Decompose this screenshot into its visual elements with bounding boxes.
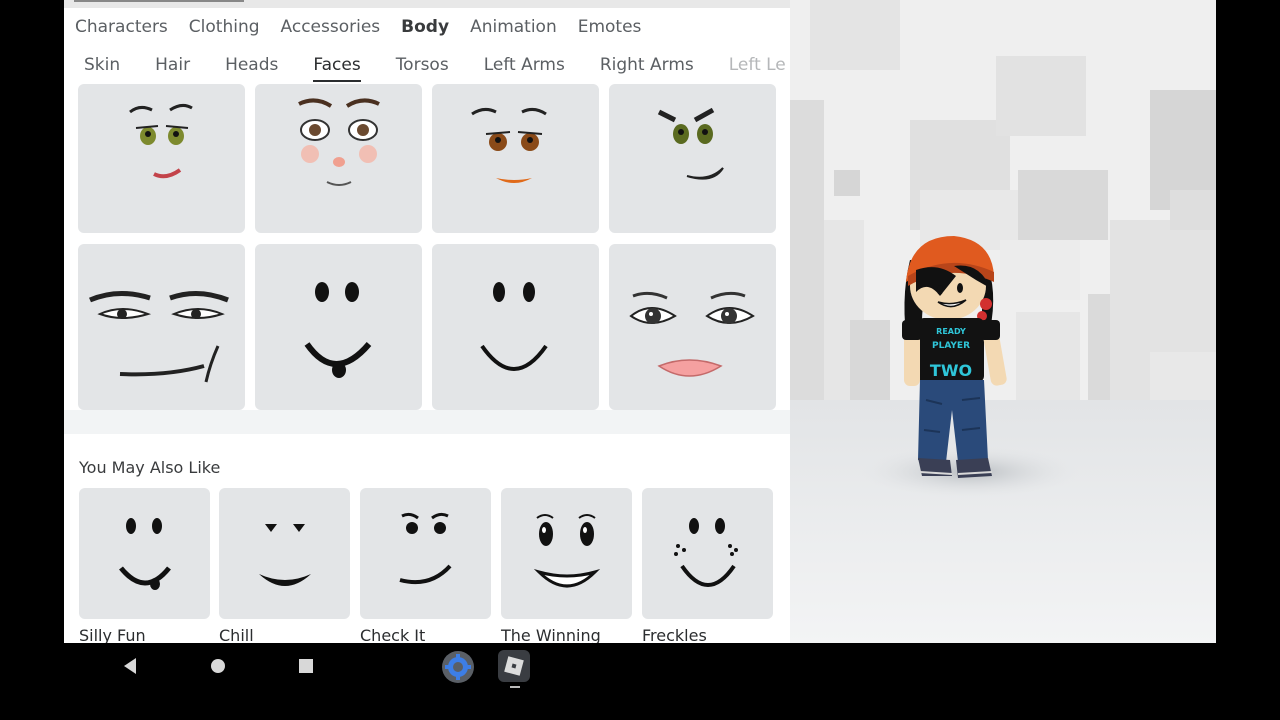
face-thumbnail <box>657 107 724 180</box>
rec-tile-freckles[interactable] <box>642 488 773 619</box>
rec-label-freckles[interactable]: Freckles <box>642 626 707 643</box>
avatar-editor-panel: Characters Clothing Accessories Body Ani… <box>64 0 790 643</box>
shirt-text-line-1: READY <box>936 327 966 336</box>
face-thumbnail <box>399 512 452 585</box>
face-tile[interactable] <box>78 244 245 410</box>
rec-label-check-it[interactable]: Check It <box>360 626 425 643</box>
system-navigation-bar <box>0 643 1280 720</box>
face-tile[interactable] <box>432 84 599 233</box>
subtab-heads[interactable]: Heads <box>225 46 278 84</box>
subtab-torsos[interactable]: Torsos <box>396 46 449 84</box>
rec-tile-silly-fun[interactable] <box>79 488 210 619</box>
face-thumbnail <box>304 282 372 378</box>
recent-square-icon[interactable] <box>299 659 313 673</box>
top-stripe <box>64 0 790 8</box>
right-black-bar <box>1216 0 1280 643</box>
subtab-hair[interactable]: Hair <box>155 46 190 84</box>
shirt-text-line-3: TWO <box>930 361 972 380</box>
rec-tile-check-it[interactable] <box>360 488 491 619</box>
face-tile[interactable] <box>609 84 776 233</box>
subtab-faces[interactable]: Faces <box>313 46 362 84</box>
section-separator <box>64 410 790 434</box>
avatar-3d-viewport[interactable]: READY PLAYER TWO <box>790 0 1216 643</box>
face-thumbnail <box>480 282 548 371</box>
faces-grid <box>78 84 778 410</box>
face-tile[interactable] <box>78 84 245 233</box>
settings-gear-icon[interactable] <box>441 650 475 684</box>
tab-characters[interactable]: Characters <box>75 17 168 37</box>
back-triangle-icon[interactable] <box>122 657 138 675</box>
left-black-bar <box>0 0 64 643</box>
shirt-text-line-2: PLAYER <box>932 341 970 351</box>
rec-label-silly-fun[interactable]: Silly Fun <box>79 626 146 643</box>
tab-accessories[interactable]: Accessories <box>281 17 381 37</box>
rec-tile-the-winning[interactable] <box>501 488 632 619</box>
tab-body[interactable]: Body <box>401 17 449 37</box>
rec-tile-chill[interactable] <box>219 488 350 619</box>
face-tile[interactable] <box>432 244 599 410</box>
subtab-left-legs[interactable]: Left Le <box>729 46 786 84</box>
face-thumbnail <box>129 103 193 179</box>
recommendations-title: You May Also Like <box>79 458 221 477</box>
face-thumbnail <box>533 514 601 588</box>
face-thumbnail <box>471 107 547 183</box>
top-stripe-nub <box>74 0 244 2</box>
body-sub-tabs: Skin Hair Heads Faces Torsos Left Arms R… <box>64 46 790 84</box>
face-thumbnail <box>674 518 738 587</box>
tab-emotes[interactable]: Emotes <box>578 17 642 37</box>
category-tabs: Characters Clothing Accessories Body Ani… <box>64 8 790 46</box>
home-circle-icon[interactable] <box>211 659 225 673</box>
rec-label-chill[interactable]: Chill <box>219 626 254 643</box>
face-thumbnail <box>89 291 229 383</box>
active-app-indicator <box>510 686 520 688</box>
face-thumbnail <box>298 98 380 186</box>
face-thumbnail <box>259 524 311 586</box>
face-tile[interactable] <box>255 244 422 410</box>
face-tile[interactable] <box>255 84 422 233</box>
avatar-scene: READY PLAYER TWO <box>790 0 1216 643</box>
tab-animation[interactable]: Animation <box>470 17 557 37</box>
subtab-skin[interactable]: Skin <box>84 46 120 84</box>
subtab-right-arms[interactable]: Right Arms <box>600 46 694 84</box>
subtab-left-arms[interactable]: Left Arms <box>484 46 565 84</box>
face-thumbnail <box>629 291 755 377</box>
rec-label-the-winning[interactable]: The Winning <box>501 626 601 643</box>
roblox-app-icon[interactable] <box>497 649 531 683</box>
tab-clothing[interactable]: Clothing <box>189 17 260 37</box>
face-tile[interactable] <box>609 244 776 410</box>
face-thumbnail <box>119 518 171 590</box>
